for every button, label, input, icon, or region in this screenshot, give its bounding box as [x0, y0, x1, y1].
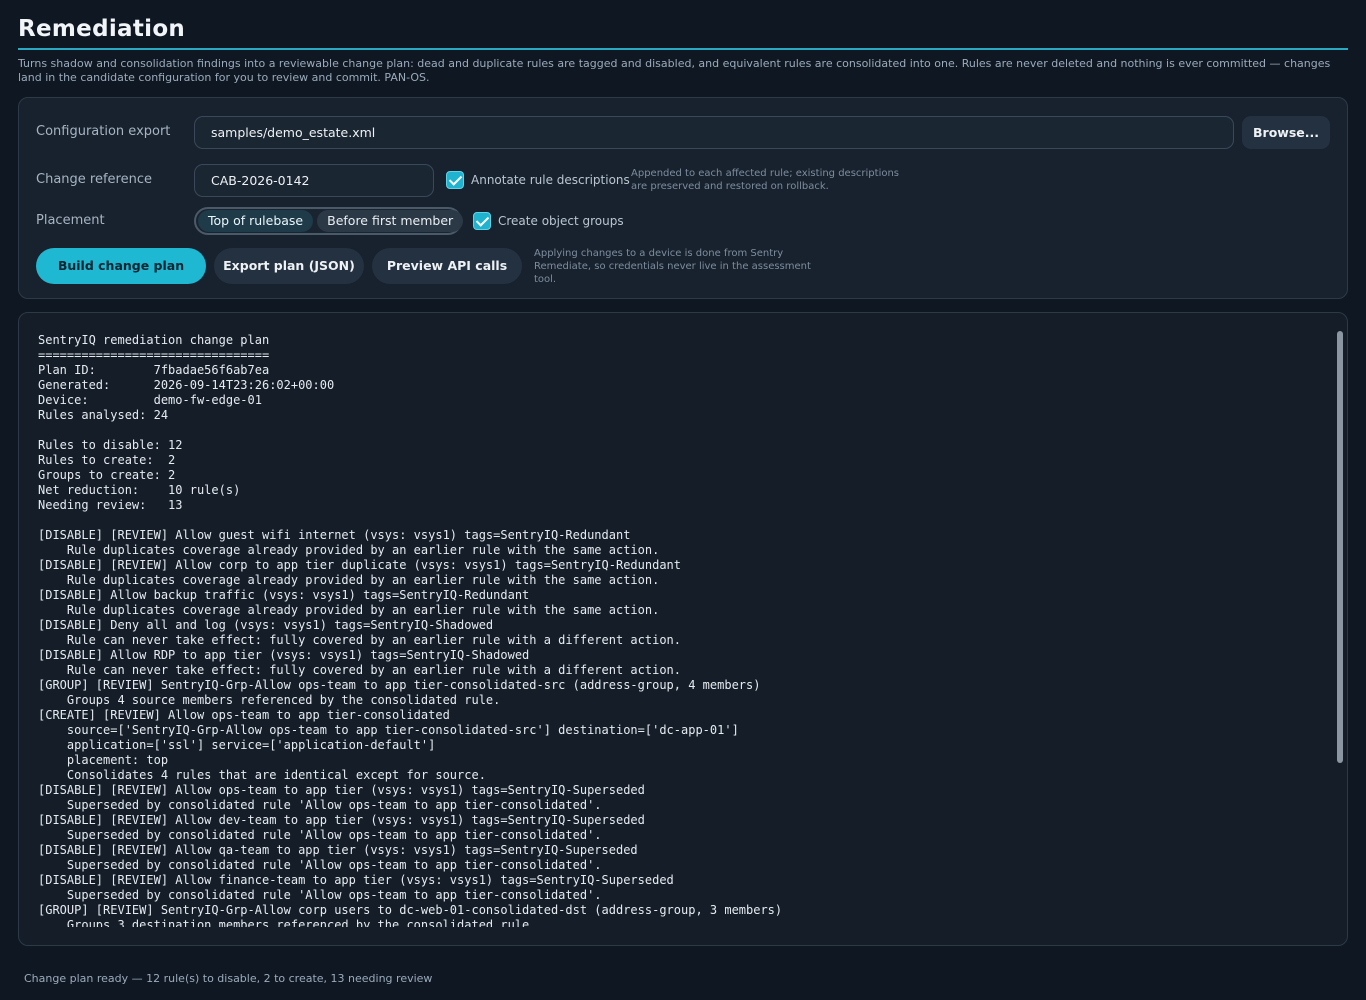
- annotate-hint: Appended to each affected rule; existing…: [631, 168, 900, 192]
- remediation-form-panel: Configuration export samples/demo_estate…: [18, 97, 1348, 299]
- annotate-descriptions-label: Annotate rule descriptions: [471, 173, 630, 187]
- placement-label: Placement: [36, 213, 105, 228]
- change-plan-output[interactable]: SentryIQ remediation change plan =======…: [18, 312, 1348, 946]
- preview-api-calls-button[interactable]: Preview API calls: [372, 248, 522, 284]
- change-reference-input[interactable]: CAB-2026-0142: [194, 164, 434, 197]
- placement-option-before-first-member[interactable]: Before first member: [317, 210, 464, 232]
- change-plan-text: SentryIQ remediation change plan =======…: [38, 333, 783, 927]
- status-message: Change plan ready — 12 rule(s) to disabl…: [24, 972, 433, 985]
- browse-button[interactable]: Browse...: [1242, 116, 1330, 149]
- export-plan-button[interactable]: Export plan (JSON): [214, 248, 364, 284]
- page-description: Turns shadow and consolidation findings …: [18, 57, 1331, 84]
- config-export-label: Configuration export: [36, 124, 171, 139]
- output-scrollbar[interactable]: [1337, 331, 1343, 927]
- create-object-groups-checkbox[interactable]: Create object groups: [473, 212, 624, 230]
- change-reference-label: Change reference: [36, 172, 152, 187]
- annotate-descriptions-checkbox[interactable]: Annotate rule descriptions: [446, 171, 630, 189]
- title-divider: [18, 48, 1348, 50]
- checkbox-checked-icon: [473, 212, 491, 230]
- placement-option-top[interactable]: Top of rulebase: [198, 210, 314, 232]
- apply-hint: Applying changes to a device is done fro…: [534, 248, 811, 285]
- checkbox-checked-icon: [446, 171, 464, 189]
- create-object-groups-label: Create object groups: [498, 214, 624, 228]
- scrollbar-thumb[interactable]: [1337, 331, 1343, 763]
- build-change-plan-button[interactable]: Build change plan: [36, 248, 206, 284]
- page-title: Remediation: [18, 16, 186, 42]
- placement-toggle: Top of rulebase Before first member: [194, 207, 464, 235]
- remediation-page: Remediation Turns shadow and consolidati…: [0, 0, 1366, 1000]
- config-export-input[interactable]: samples/demo_estate.xml: [194, 116, 1234, 149]
